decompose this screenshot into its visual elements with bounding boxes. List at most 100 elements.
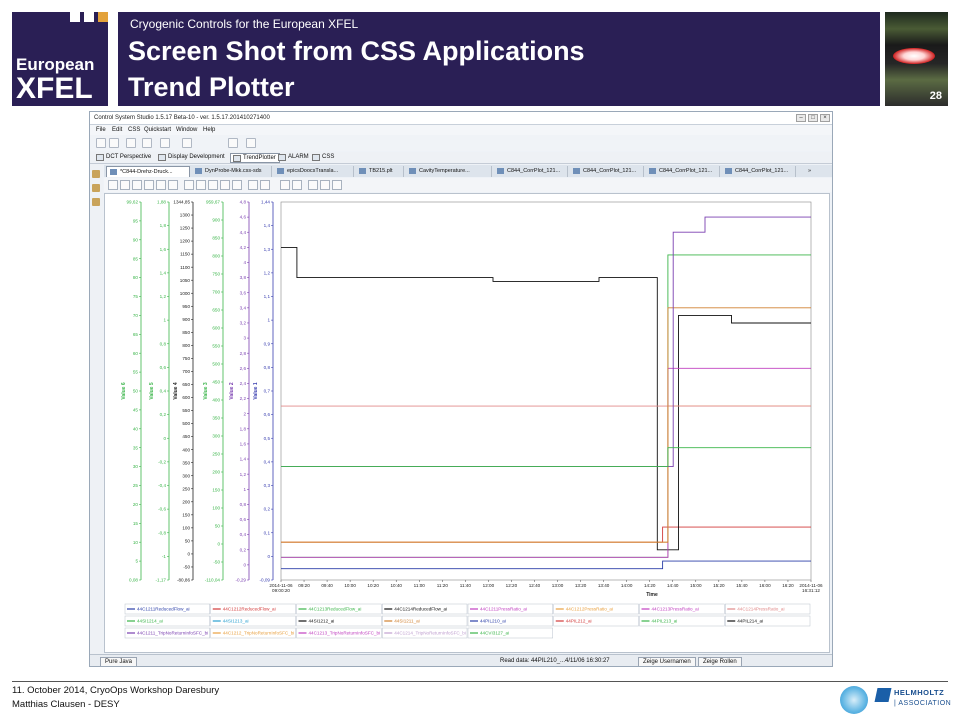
camera-icon[interactable] [246,138,256,148]
y-tick-label: 2,8 [240,351,247,356]
perspective-alarm[interactable]: ALARM [276,153,312,163]
legend-label: 44C1211PressRatio_ai [480,607,527,612]
y-axis-title: Value 5 [149,382,155,399]
logo-square [70,12,80,22]
y-tick-label: 959,67 [206,200,220,205]
show-roles-button[interactable]: Zeige Rollen [698,657,742,666]
zoom-y-out-icon[interactable] [220,180,230,190]
y-tick-label: 1000 [180,291,191,296]
y-tick-label: 750 [182,356,190,361]
tab-dynprobe[interactable]: DynProbe-Mkk.css-sds [192,166,272,177]
legend-item: 44SI1211_ai [382,615,468,627]
back-icon[interactable] [228,138,238,148]
y-tick-label: 1,44 [261,200,270,205]
run-icon[interactable] [142,138,152,148]
legend-item: 44C1211ReducedFlow_ai [124,603,210,615]
time-range-icon[interactable] [308,180,318,190]
trend-plot[interactable]: 99,62 95 90 85 80 75 70 65 60 55 50 45 40 35 30 25 20 15 1… [104,193,830,653]
autoscale-icon[interactable] [168,180,178,190]
perspective-dct[interactable]: DCT Perspective [94,153,154,163]
tab-overflow-chevron[interactable]: » [804,166,820,177]
zoom-out-icon[interactable] [144,180,154,190]
minimize-button[interactable]: – [796,114,806,122]
tab-cavity-temperature[interactable]: CavityTemperature... [406,166,492,177]
helmholtz-logo: HELMHOLTZ | ASSOCIATION [874,686,951,714]
y-tick-label: 0,4 [240,532,247,537]
legend-label: 44PIL214_ai [737,619,763,624]
zoom-in-icon[interactable] [132,180,142,190]
maximize-button[interactable]: □ [808,114,818,122]
legend-item: 44C1212PressRatio_ai [553,603,639,615]
tab-epicsdoocs[interactable]: epicsDoocsTransla... [274,166,354,177]
y-tick-label: 300 [182,473,190,478]
add-axis-icon[interactable] [108,180,118,190]
legend-item: 44PIL212_ai [553,615,639,627]
y-tick-label: 40 [133,426,139,431]
y-axis-title: Value 3 [203,382,209,399]
tab-c844-drehz-druck[interactable]: *C844-Drehz-Druck... [106,166,190,177]
y-tick-label: 0,1 [264,530,271,535]
tab-tb215[interactable]: TB215.plt [356,166,404,177]
y-tick-label: 1100 [180,265,190,270]
y-tick-label: 55 [133,370,139,375]
x-tick-label: 12:00 [483,583,495,588]
y-tick-label: 250 [182,486,190,491]
pan-icon[interactable] [156,180,166,190]
tab-c844-corrplot-3[interactable]: C844_CorrPlot_121... [646,166,720,177]
properties-icon[interactable] [92,184,100,192]
scroll-icon[interactable] [320,180,330,190]
tab-c844-corrplot-4[interactable]: C844_CorrPlot_121... [722,166,796,177]
y-tick-label: 550 [182,408,190,413]
zoom-y-in-icon[interactable] [208,180,218,190]
y-tick-label: -0,09 [260,578,271,583]
menu-edit[interactable]: Edit [112,127,122,133]
redo-zoom-icon[interactable] [260,180,270,190]
y-tick-label: 400 [212,398,220,403]
remove-axis-icon[interactable] [120,180,130,190]
y-tick-label: 800 [182,343,190,348]
y-tick-label: -1 [162,554,167,559]
y-tick-label: 1 [243,487,246,492]
x-tick-label: 10:00 [344,583,356,588]
menu-help[interactable]: Help [203,127,215,133]
zoom-x-in-icon[interactable] [184,180,194,190]
y-axis-title: Value 6 [121,382,127,399]
x-tick-label: 09:40 [321,583,333,588]
grid-icon[interactable] [332,180,342,190]
tab-c844-corrplot-2[interactable]: C844_CorrPlot_121... [570,166,644,177]
export-icon[interactable] [292,180,302,190]
close-button[interactable]: × [820,114,830,122]
redo-icon[interactable] [182,138,192,148]
menu-quickstart[interactable]: Quickstart [144,127,171,133]
perspective-display-development[interactable]: Display Development [156,153,228,163]
menu-window[interactable]: Window [176,127,197,133]
y-tick-label: 10 [133,540,139,545]
menu-css[interactable]: CSS [128,127,140,133]
menu-file[interactable]: File [96,127,106,133]
y-tick-label: 650 [182,382,190,387]
perspective-trendplotter[interactable]: TrendPlotter [230,153,280,163]
y-tick-label: 150 [182,512,190,517]
new-icon[interactable] [96,138,106,148]
slide-title-line1: Screen Shot from CSS Applications [128,36,585,66]
stagger-icon[interactable] [232,180,242,190]
save-icon[interactable] [109,138,119,148]
x-tick-label: 16:20 [782,583,794,588]
y-tick-label: 45 [133,408,139,413]
outline-icon[interactable] [92,198,100,206]
y-tick-label: 5 [135,559,138,564]
perspective-css[interactable]: CSS [310,153,337,163]
tab-c844-corrplot-1[interactable]: C844_CorrPlot_121... [494,166,568,177]
perspective-icon [96,154,104,161]
undo-zoom-icon[interactable] [248,180,258,190]
navigator-icon[interactable] [92,170,100,178]
y-tick-label: 70 [133,313,139,318]
legend-label: 44CVI3127_ai [480,631,509,636]
zoom-x-out-icon[interactable] [196,180,206,190]
y-tick-label: 1,2 [160,294,167,299]
print-icon[interactable] [126,138,136,148]
show-usernames-button[interactable]: Zeige Usernamen [638,657,696,666]
snapshot-icon[interactable] [280,180,290,190]
y-tick-label: -110,04 [205,578,221,583]
undo-icon[interactable] [160,138,170,148]
